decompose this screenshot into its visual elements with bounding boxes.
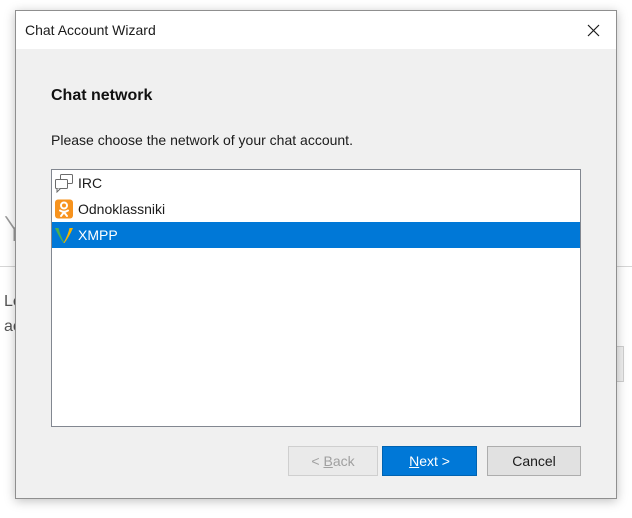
page-description: Please choose the network of your chat a…	[51, 132, 353, 148]
network-item-label: IRC	[78, 175, 103, 191]
odnoklassniki-icon	[54, 199, 74, 219]
back-button-accelerator: B	[323, 453, 333, 469]
close-button[interactable]	[570, 11, 616, 49]
network-item-irc[interactable]: IRC	[52, 170, 580, 196]
chat-account-wizard-dialog: Chat Account Wizard Chat network Please …	[15, 10, 617, 499]
irc-icon	[54, 173, 74, 193]
network-item-xmpp[interactable]: XMPP	[52, 222, 580, 248]
dialog-titlebar[interactable]: Chat Account Wizard	[16, 11, 616, 49]
network-item-odnoklassniki[interactable]: Odnoklassniki	[52, 196, 580, 222]
network-item-label: XMPP	[78, 227, 118, 243]
cancel-button-label: Cancel	[512, 453, 556, 469]
next-button-rest: ext >	[419, 453, 450, 469]
xmpp-icon	[54, 225, 74, 245]
next-button-accelerator: N	[409, 453, 420, 469]
network-listbox[interactable]: IRC Odnoklassniki XMPP	[51, 169, 581, 427]
next-button[interactable]: Next >	[382, 446, 477, 476]
dialog-title: Chat Account Wizard	[25, 22, 156, 38]
close-icon	[587, 24, 599, 36]
page-title: Chat network	[51, 87, 153, 104]
back-button-rest: ack	[332, 453, 355, 469]
back-button-prefix: <	[311, 453, 324, 469]
wizard-page: Chat network Please choose the network o…	[16, 49, 616, 498]
cancel-button[interactable]: Cancel	[487, 446, 581, 476]
back-button[interactable]: < Back	[288, 446, 378, 476]
background-button-edge	[616, 346, 624, 382]
network-item-label: Odnoklassniki	[78, 201, 166, 217]
